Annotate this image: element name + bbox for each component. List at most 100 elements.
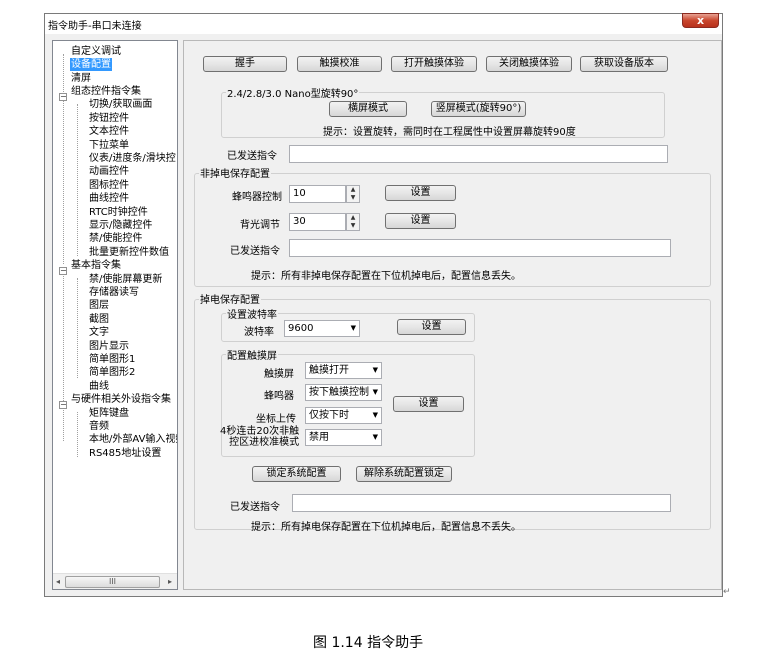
tree-line xyxy=(77,104,78,256)
volatile-hint: 提示：所有非掉电保存配置在下位机掉电后，配置信息丢失。 xyxy=(251,271,521,282)
tree-item-switch-screen[interactable]: 切换/获取画面 xyxy=(89,98,152,111)
backlight-input[interactable]: 30 xyxy=(289,213,346,231)
touch-select[interactable]: 触摸打开 ▼ xyxy=(305,362,382,379)
chevron-down-icon: ▼ xyxy=(372,433,378,441)
tree-item-icon[interactable]: 图标控件 xyxy=(89,179,129,192)
baud-set-button[interactable]: 设置 xyxy=(397,319,466,335)
chevron-down-icon: ▼ xyxy=(372,411,378,419)
tree-collapse-icon[interactable]: − xyxy=(59,267,67,275)
coord-value: 仅按下时 xyxy=(309,410,349,421)
app-window: 指令助手-串口未连接 x − − − 自定义调试 设备配置 清屏 组态控件指令集… xyxy=(44,13,723,597)
tree-item-shape1[interactable]: 简单图形1 xyxy=(89,353,135,366)
coord-select[interactable]: 仅按下时 ▼ xyxy=(305,407,382,424)
tree-item-rs485[interactable]: RS485地址设置 xyxy=(89,447,161,460)
buzzer-value: 按下触摸控制 xyxy=(309,387,369,398)
tree-horizontal-scrollbar[interactable]: ◂ III ▸ xyxy=(53,573,177,589)
close-touch-button[interactable]: 关闭触摸体验 xyxy=(486,56,572,72)
tree-item-curve-basic[interactable]: 曲线 xyxy=(89,380,109,393)
volatile-sent-label: 已发送指令 xyxy=(230,246,280,257)
baud-label: 波特率 xyxy=(244,327,274,338)
tree-item-image[interactable]: 图片显示 xyxy=(89,340,129,353)
coord-label: 坐标上传 xyxy=(256,414,296,425)
baud-select[interactable]: 9600 ▼ xyxy=(284,320,360,337)
tree-item-audio[interactable]: 音频 xyxy=(89,420,109,433)
scroll-right-icon[interactable]: ▸ xyxy=(168,577,172,586)
backlight-label: 背光调节 xyxy=(240,220,280,231)
touch-group-label: 配置触摸屏 xyxy=(226,347,278,362)
portrait-button[interactable]: 竖屏模式(旋转90°) xyxy=(431,101,526,117)
landscape-button[interactable]: 横屏模式 xyxy=(329,101,407,117)
buzzer-control-label: 蜂鸣器控制 xyxy=(232,192,282,203)
tree-item-custom-debug[interactable]: 自定义调试 xyxy=(71,45,121,58)
buzzer-input[interactable]: 10 xyxy=(289,185,346,203)
calib-value: 禁用 xyxy=(309,432,329,443)
lock-config-button[interactable]: 锁定系统配置 xyxy=(252,466,341,482)
baud-group-label: 设置波特率 xyxy=(226,306,278,321)
persistent-sent-label: 已发送指令 xyxy=(230,502,280,513)
tree-item-layer[interactable]: 图层 xyxy=(89,299,109,312)
calib-label-line1: 4秒连击20次非触 xyxy=(220,426,300,437)
command-tree[interactable]: − − − 自定义调试 设备配置 清屏 组态控件指令集 切换/获取画面 按钮控件… xyxy=(52,40,178,590)
tree-item-show-hide[interactable]: 显示/隐藏控件 xyxy=(89,219,152,232)
close-button[interactable]: x xyxy=(682,13,719,28)
calib-select[interactable]: 禁用 ▼ xyxy=(305,429,382,446)
window-title: 指令助手-串口未连接 xyxy=(48,21,142,32)
buzzer-label: 蜂鸣器 xyxy=(264,391,294,402)
buzzer-stepper-icon[interactable]: ▲ ▼ xyxy=(346,185,360,203)
tree-item-device-config[interactable]: 设备配置 xyxy=(70,58,112,71)
touch-set-button[interactable]: 设置 xyxy=(393,396,464,412)
chevron-down-icon: ▼ xyxy=(372,366,378,374)
touch-calibrate-button[interactable]: 触摸校准 xyxy=(297,56,382,72)
tree-line xyxy=(77,412,78,457)
tree-item-text[interactable]: 文本控件 xyxy=(89,125,129,138)
backlight-stepper-icon[interactable]: ▲ ▼ xyxy=(346,213,360,231)
calib-label-line2: 控区进校准模式 xyxy=(229,437,300,448)
tree-item-text-basic[interactable]: 文字 xyxy=(89,326,109,339)
tree-line xyxy=(63,54,64,264)
volatile-sent-field[interactable] xyxy=(289,239,671,257)
tree-item-basic-commands[interactable]: 基本指令集 xyxy=(71,259,121,272)
get-version-button[interactable]: 获取设备版本 xyxy=(580,56,668,72)
persistent-sent-field[interactable] xyxy=(292,494,671,512)
tree-item-shape2[interactable]: 简单图形2 xyxy=(89,366,135,379)
buzzer-select[interactable]: 按下触摸控制 ▼ xyxy=(305,384,382,401)
tree-collapse-icon[interactable]: − xyxy=(59,401,67,409)
backlight-set-button[interactable]: 设置 xyxy=(385,213,456,229)
return-mark: ↵ xyxy=(723,587,731,597)
config-panel: 握手 触摸校准 打开触摸体验 关闭触摸体验 获取设备版本 2.4/2.8/3.0… xyxy=(183,40,722,590)
figure-caption: 图 1.14 指令助手 xyxy=(313,635,424,651)
open-touch-button[interactable]: 打开触摸体验 xyxy=(391,56,477,72)
buzzer-set-button[interactable]: 设置 xyxy=(385,185,456,201)
tree-item-curve[interactable]: 曲线控件 xyxy=(89,192,129,205)
tree-item-screen-update[interactable]: 禁/使能屏幕更新 xyxy=(89,273,162,286)
tree-line xyxy=(63,271,64,441)
tree-item-av-input[interactable]: 本地/外部AV输入视频 xyxy=(89,433,177,446)
tree-item-dropdown[interactable]: 下拉菜单 xyxy=(89,139,129,152)
tree-item-button[interactable]: 按钮控件 xyxy=(89,112,129,125)
tree-item-screenshot[interactable]: 截图 xyxy=(89,313,109,326)
scroll-left-icon[interactable]: ◂ xyxy=(56,577,60,586)
tree-item-gauge[interactable]: 仪表/进度条/滑块控 xyxy=(89,152,176,165)
tree-item-rtc[interactable]: RTC时钟控件 xyxy=(89,206,148,219)
tree-item-memory[interactable]: 存储器读写 xyxy=(89,286,139,299)
baud-value: 9600 xyxy=(288,323,314,334)
tree-item-hardware-commands[interactable]: 与硬件相关外设指令集 xyxy=(71,393,171,406)
handshake-button[interactable]: 握手 xyxy=(203,56,287,72)
tree-item-clear-screen[interactable]: 清屏 xyxy=(71,72,91,85)
chevron-down-icon: ▼ xyxy=(350,324,356,332)
tree-item-animation[interactable]: 动画控件 xyxy=(89,165,129,178)
volatile-group-label: 非掉电保存配置 xyxy=(199,165,271,180)
scroll-thumb[interactable]: III xyxy=(65,576,160,588)
tree-item-widget-commands[interactable]: 组态控件指令集 xyxy=(71,85,141,98)
calib-label: 4秒连击20次非触 控区进校准模式 xyxy=(220,426,299,448)
unlock-config-button[interactable]: 解除系统配置锁定 xyxy=(356,466,452,482)
title-bar: 指令助手-串口未连接 x xyxy=(45,13,722,34)
sent-command-field[interactable] xyxy=(289,145,668,163)
tree-collapse-icon[interactable]: − xyxy=(59,93,67,101)
tree-item-batch-update[interactable]: 批量更新控件数值 xyxy=(89,246,169,259)
tree-line xyxy=(77,278,78,378)
persistent-hint: 提示：所有掉电保存配置在下位机掉电后，配置信息不丢失。 xyxy=(251,522,521,533)
persistent-group-label: 掉电保存配置 xyxy=(199,291,261,306)
tree-item-enable[interactable]: 禁/使能控件 xyxy=(89,232,142,245)
tree-item-keypad[interactable]: 矩阵键盘 xyxy=(89,407,129,420)
